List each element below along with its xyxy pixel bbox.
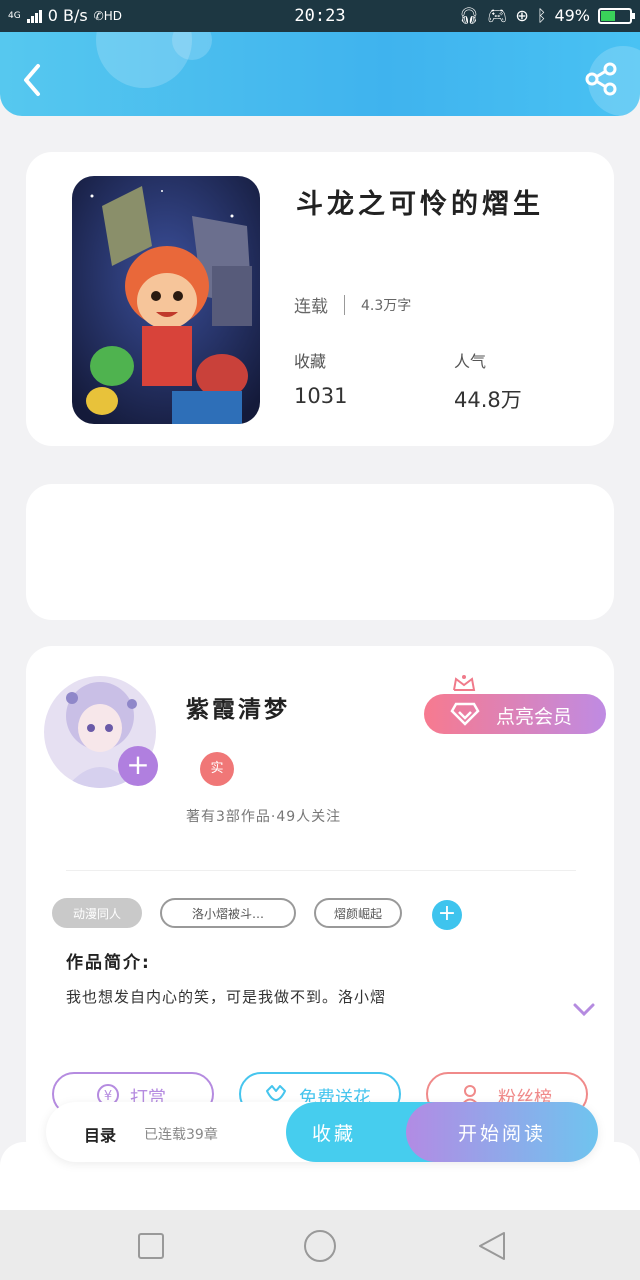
popularity-stat: 人气 44.8万 — [454, 348, 522, 414]
verified-badge: 实 — [200, 752, 234, 786]
author-meta: 著有3部作品·49人关注 — [186, 809, 342, 825]
circle-icon[interactable] — [302, 1228, 338, 1264]
status-bar: 4G 0 B/s ✆HD 20:23 🎧︎ 🎮︎ ⊕ ᛒ 49% — [0, 0, 640, 32]
bottom-action-bar: 目录 已连载39章 收藏 开始阅读 — [46, 1102, 598, 1162]
collect-label: 收藏 — [312, 1123, 357, 1145]
headphones-icon: 🎧︎ — [458, 6, 480, 25]
crown-icon — [453, 675, 476, 691]
popularity-value: 44.8万 — [454, 388, 522, 412]
favorites-stat: 收藏 1031 — [294, 348, 347, 408]
chevron-left-icon — [24, 64, 40, 96]
add-tag-button[interactable]: + — [432, 900, 462, 930]
tag-item[interactable]: 熠颜崛起 — [314, 898, 402, 928]
battery-fill — [601, 10, 615, 21]
chapter-count: 已连载39章 — [144, 1127, 218, 1143]
author-name: 紫霞清梦 — [186, 697, 290, 723]
book-cover-image — [72, 176, 260, 424]
author-card: + 紫霞清梦 实 著有3部作品·49人关注 点亮会员 动漫同人 洛小熠被斗… 熠… — [26, 646, 614, 1166]
square-icon[interactable] — [137, 1232, 165, 1260]
share-button[interactable] — [584, 62, 618, 96]
status-right: 🎧︎ 🎮︎ ⊕ ᛒ 49% — [458, 6, 635, 25]
book-status-row: 连载 4.3万字 — [294, 292, 411, 317]
word-count: 4.3万字 — [361, 297, 412, 314]
start-reading-button[interactable]: 开始阅读 — [406, 1102, 598, 1162]
serial-status: 连载 — [294, 297, 328, 317]
system-nav-bar — [0, 1210, 640, 1280]
lock-rotation-icon: ⊕ — [515, 6, 529, 25]
favorites-value: 1031 — [294, 384, 348, 408]
book-title: 斗龙之可怜的熠生 — [296, 189, 544, 220]
tag-item[interactable]: 动漫同人 — [52, 898, 142, 928]
toc-button[interactable]: 目录 — [84, 1122, 116, 1146]
gamepad-icon: 🎮︎ — [487, 6, 508, 25]
divider — [344, 294, 345, 315]
intro-text: 我也想发自内心的笑，可是我做不到。洛小熠 — [66, 988, 387, 1006]
share-icon — [585, 62, 617, 96]
vip-button-label: 点亮会员 — [496, 706, 573, 728]
book-cover[interactable] — [72, 176, 260, 424]
empty-card — [26, 484, 614, 620]
intro-title: 作品简介: — [66, 953, 151, 973]
tag-item[interactable]: 洛小熠被斗… — [160, 898, 296, 928]
divider — [66, 870, 576, 871]
app-header — [0, 32, 640, 116]
back-button[interactable] — [18, 60, 48, 100]
battery-percent: 49% — [554, 6, 590, 25]
popularity-label: 人气 — [454, 352, 487, 371]
favorites-label: 收藏 — [294, 352, 327, 371]
chevron-down-icon[interactable] — [572, 1002, 596, 1018]
triangle-back-icon[interactable] — [476, 1230, 508, 1262]
vip-activate-button[interactable]: 点亮会员 — [424, 694, 606, 734]
bluetooth-icon: ᛒ — [536, 6, 547, 25]
start-reading-label: 开始阅读 — [458, 1123, 547, 1145]
battery-icon — [598, 7, 635, 24]
follow-add-button[interactable]: + — [118, 746, 158, 786]
diamond-icon — [450, 702, 480, 726]
book-info-card: 斗龙之可怜的熠生 连载 4.3万字 收藏 1031 人气 44.8万 — [26, 152, 614, 446]
